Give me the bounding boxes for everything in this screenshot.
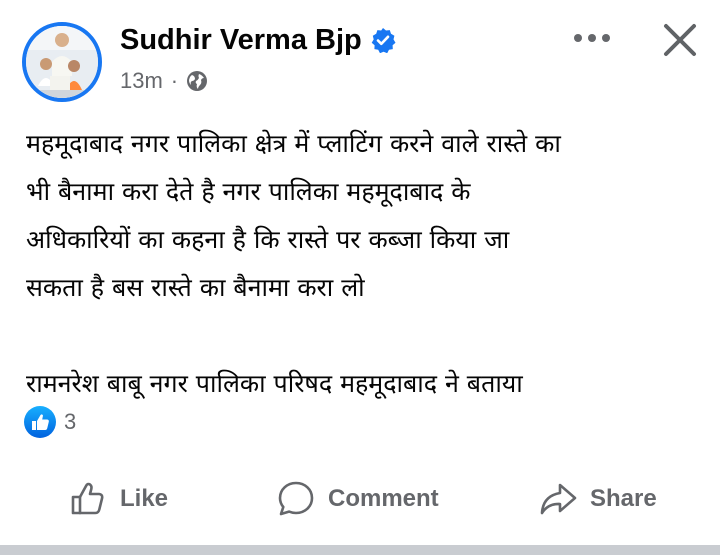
post-text-line: भी बैनामा करा देते है नगर पालिका महमूदाब… xyxy=(26,177,471,206)
globe-icon xyxy=(187,71,208,91)
share-icon xyxy=(540,483,577,515)
post-text-line: अधिकारियों का कहना है कि रास्ते पर कब्जा… xyxy=(26,225,510,254)
author-name-row[interactable]: Sudhir Verma Bjp xyxy=(120,22,396,58)
reactions-summary[interactable]: 3 xyxy=(24,406,76,438)
more-options-icon xyxy=(574,34,610,42)
post-text-line: महमूदाबाद नगर पालिका क्षेत्र में प्लाटिं… xyxy=(26,129,561,158)
comment-icon xyxy=(278,481,314,516)
avatar-photo xyxy=(26,26,98,98)
post-text-line: सकता है बस रास्ते का बैनामा करा लो xyxy=(26,273,365,302)
post-timestamp[interactable]: 13m xyxy=(120,66,163,96)
more-options-button[interactable] xyxy=(566,20,618,56)
like-reaction-icon xyxy=(24,406,56,438)
close-icon xyxy=(664,24,696,56)
post-message: महमूदाबाद नगर पालिका क्षेत्र में प्लाटिं… xyxy=(26,120,706,408)
like-label: Like xyxy=(120,485,169,512)
comment-button[interactable]: Comment xyxy=(276,470,439,528)
post-text-footer: रामनरेश बाबू नगर पालिका परिषद महमूदाबाद … xyxy=(26,369,523,398)
post-meta: 13m · xyxy=(120,66,208,96)
verified-badge-icon xyxy=(371,28,396,53)
close-button[interactable] xyxy=(656,16,704,64)
meta-separator: · xyxy=(170,68,179,93)
action-bar: Like Comment Share xyxy=(0,470,720,528)
author-name[interactable]: Sudhir Verma Bjp xyxy=(120,22,362,58)
reaction-count: 3 xyxy=(64,409,77,434)
share-button[interactable]: Share xyxy=(538,470,657,528)
share-label: Share xyxy=(590,485,657,512)
author-avatar[interactable] xyxy=(22,22,102,102)
like-button[interactable]: Like xyxy=(68,470,168,528)
thumbs-up-icon xyxy=(71,482,104,515)
comment-label: Comment xyxy=(328,485,439,512)
feed-divider xyxy=(0,545,720,555)
post-card: Sudhir Verma Bjp 13m · महमूदाबाद नगर पाल… xyxy=(0,0,720,545)
